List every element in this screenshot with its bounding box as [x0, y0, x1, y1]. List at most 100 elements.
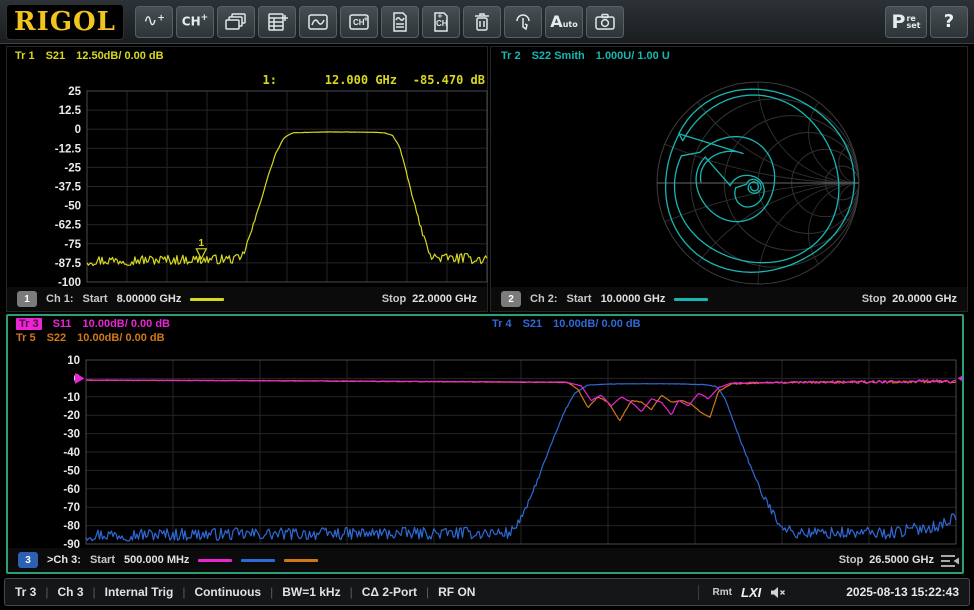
status-trigger-source: Internal Trig	[105, 585, 174, 599]
ch1-start-label: Start	[83, 293, 108, 305]
status-flags: Rmt LXI	[698, 585, 801, 600]
ch1-start-value[interactable]: 8.00000 GHz	[117, 293, 182, 305]
svg-text:-75: -75	[64, 239, 81, 251]
window-trace-button[interactable]	[299, 6, 337, 38]
ch3-start-label: Start	[90, 554, 115, 566]
window-channel-button[interactable]: CH+	[340, 6, 378, 38]
ch3-stop-value[interactable]: 26.5000 GHz	[869, 554, 934, 566]
meas-table-button[interactable]	[258, 6, 296, 38]
vna-screen: RIGOL ∿+ CH+ CH+	[0, 0, 974, 610]
svg-text:-40: -40	[63, 447, 80, 459]
ch2-smith-plot[interactable]	[491, 47, 969, 287]
ch2-stop-label: Stop	[862, 293, 886, 305]
status-bar: Tr 3 | Ch 3 | Internal Trig | Continuous | B…	[4, 578, 970, 606]
touch-icon	[511, 12, 535, 32]
camera-icon	[593, 12, 617, 32]
ch3-tr4-swatch	[241, 559, 275, 562]
help-button[interactable]: ?	[930, 6, 968, 38]
file-channel-icon: CH+	[429, 12, 453, 32]
ch3-start-value[interactable]: 500.000 MHz	[124, 554, 189, 566]
ch1-stop-value[interactable]: 22.0000 GHz	[412, 293, 477, 305]
trace-add-icon: ∿+	[143, 13, 165, 30]
file-channel-button[interactable]: CH+	[422, 6, 460, 38]
ch1-channel-bar: 1 Ch 1: Start 8.00000 GHz Stop 22.0000 GH…	[7, 287, 487, 311]
trace-add-button[interactable]: ∿+	[135, 6, 173, 38]
file-trace-add-icon	[388, 12, 412, 32]
window-ch2[interactable]: Tr 2 S22 Smith 1.000U/ 1.00 U 2 Ch 2: St…	[490, 46, 968, 312]
ch3-channel-bar: 3 >Ch 3: Start 500.000 MHz Stop 26.5000 G…	[8, 548, 962, 572]
channel-add-button[interactable]: CH+	[176, 6, 214, 38]
svg-text:10: 10	[67, 355, 80, 367]
window-ch1[interactable]: Tr 1 S21 12.50dB/ 0.00 dB 2512.50-12.5-2…	[6, 46, 488, 312]
separator: |	[182, 585, 185, 599]
svg-text:1:: 1:	[263, 73, 277, 87]
status-active-channel: Ch 3	[57, 585, 83, 599]
ch1-stop-label: Stop	[382, 293, 406, 305]
separator: |	[350, 585, 353, 599]
ch2-label: Ch 2:	[530, 293, 558, 305]
ch3-plot[interactable]: 100-10-20-30-40-50-60-70-80-90	[8, 316, 962, 548]
ch1-trace-swatch	[190, 298, 224, 301]
separator: |	[45, 585, 48, 599]
speaker-muted-icon[interactable]	[770, 586, 786, 599]
window-layout-button[interactable]	[217, 6, 255, 38]
svg-text:0: 0	[75, 124, 81, 136]
svg-text:12.000 GHz: 12.000 GHz	[325, 73, 397, 87]
auto-scale-icon: Auto	[550, 12, 577, 31]
svg-text:-20: -20	[63, 410, 80, 422]
ch2-stop-value[interactable]: 20.0000 GHz	[892, 293, 957, 305]
svg-text:-50: -50	[64, 201, 81, 213]
svg-text:-10: -10	[63, 392, 80, 404]
window-ch3-active[interactable]: Tr 3 S11 10.00dB/ 0.00 dB Tr 5 S22 10.00…	[6, 314, 964, 574]
ch2-start-value[interactable]: 10.0000 GHz	[601, 293, 666, 305]
svg-text:-60: -60	[63, 484, 80, 496]
svg-text:-50: -50	[63, 465, 80, 477]
svg-text:-85.470 dB: -85.470 dB	[413, 73, 485, 87]
svg-text:12.5: 12.5	[59, 105, 82, 117]
svg-text:-30: -30	[63, 429, 80, 441]
separator: |	[270, 585, 273, 599]
svg-text:-62.5: -62.5	[55, 220, 82, 232]
svg-text:-90: -90	[63, 539, 80, 548]
ch1-badge[interactable]: 1	[17, 291, 37, 307]
collapse-menu-icon[interactable]	[940, 554, 960, 569]
status-if-bandwidth: BW=1 kHz	[282, 585, 340, 599]
channel-add-icon: CH+	[182, 14, 208, 29]
status-rf-state: RF ON	[438, 585, 475, 599]
preset-button[interactable]: P reset	[885, 6, 927, 38]
ch3-label: >Ch 3:	[47, 554, 81, 566]
svg-text:-100: -100	[58, 277, 81, 287]
status-active-trace: Tr 3	[15, 585, 36, 599]
lxi-indicator: LXI	[741, 585, 761, 600]
toolbar: RIGOL ∿+ CH+ CH+	[0, 0, 974, 44]
svg-text:+: +	[437, 12, 443, 20]
status-sweep-mode: Continuous	[194, 585, 261, 599]
svg-text:-12.5: -12.5	[55, 143, 82, 155]
window-trace-icon	[306, 12, 330, 32]
trash-icon	[470, 12, 494, 32]
ch3-stop-label: Stop	[839, 554, 863, 566]
screenshot-button[interactable]	[586, 6, 624, 38]
svg-text:-37.5: -37.5	[55, 182, 82, 194]
window-layout-icon	[224, 12, 248, 32]
ch1-label: Ch 1:	[46, 293, 74, 305]
file-trace-add-button[interactable]	[381, 6, 419, 38]
separator: |	[426, 585, 429, 599]
ch1-plot[interactable]: 2512.50-12.5-25-37.5-50-62.5-75-87.5-100…	[7, 47, 489, 287]
meas-table-icon	[265, 12, 289, 32]
svg-text:+: +	[363, 15, 369, 23]
ch3-tr3-swatch	[198, 559, 232, 562]
window-channel-icon: CH+	[347, 12, 371, 32]
touch-button[interactable]	[504, 6, 542, 38]
remote-indicator: Rmt	[713, 587, 732, 598]
ch2-badge[interactable]: 2	[501, 291, 521, 307]
delete-button[interactable]	[463, 6, 501, 38]
ch3-tr5-swatch	[284, 559, 318, 562]
svg-text:CH: CH	[436, 19, 448, 28]
ch2-channel-bar: 2 Ch 2: Start 10.0000 GHz Stop 20.0000 GH…	[491, 287, 967, 311]
ch3-badge-active[interactable]: 3	[18, 552, 38, 568]
status-cal-state: CΔ 2-Port	[362, 585, 417, 599]
auto-scale-button[interactable]: Auto	[545, 6, 583, 38]
ch2-start-label: Start	[567, 293, 592, 305]
svg-text:-70: -70	[63, 502, 80, 514]
